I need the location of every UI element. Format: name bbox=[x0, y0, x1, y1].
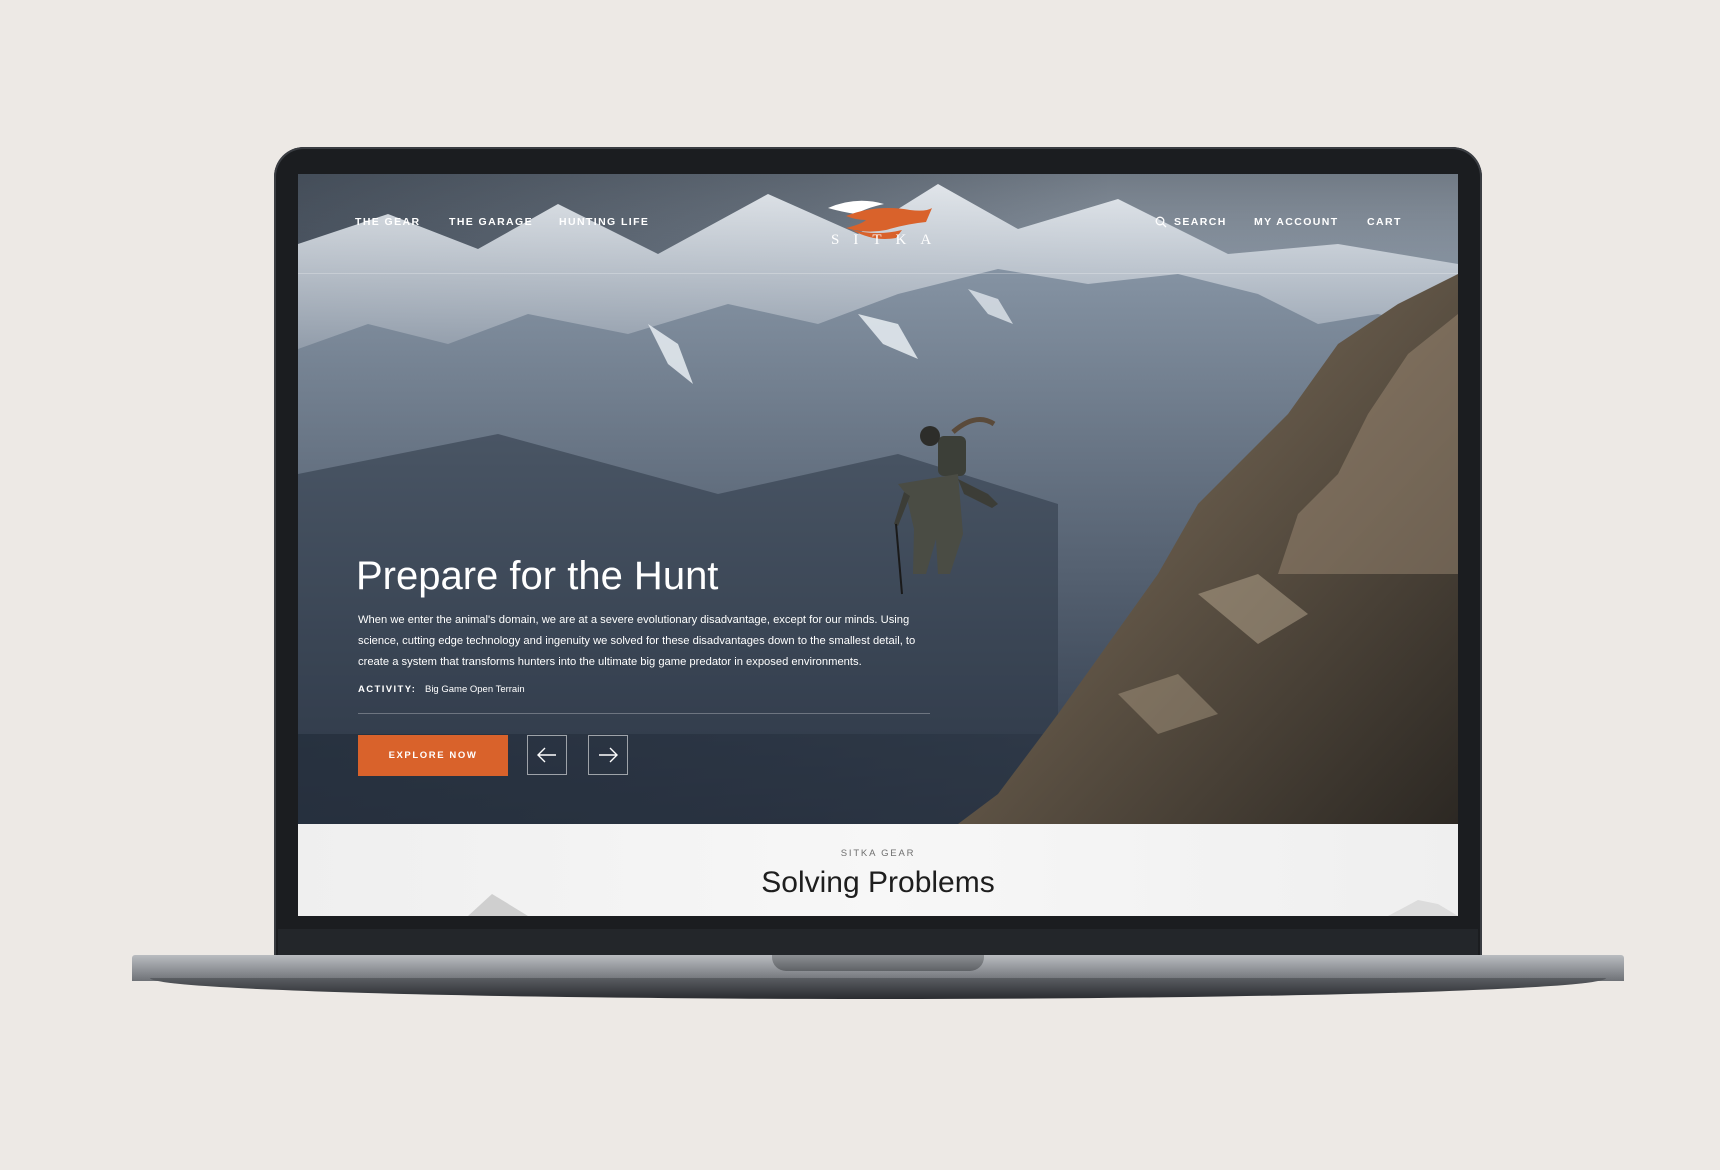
nav-item-hunting-life[interactable]: HUNTING LIFE bbox=[559, 216, 649, 228]
hero-banner: THE GEAR THE GARAGE HUNTING LIFE SITKA S… bbox=[298, 174, 1458, 824]
prev-slide-button[interactable] bbox=[527, 735, 567, 775]
hero-description: When we enter the animal's domain, we ar… bbox=[358, 614, 916, 668]
activity-label: ACTIVITY: bbox=[358, 684, 417, 695]
laptop-chin bbox=[278, 929, 1478, 957]
hero-background-image bbox=[298, 184, 1458, 824]
nav-item-cart[interactable]: CART bbox=[1367, 216, 1402, 228]
decorative-mountain-left bbox=[468, 894, 528, 916]
sitka-logo-text: SITKA bbox=[831, 232, 946, 248]
arrow-left-icon bbox=[537, 747, 556, 763]
search-icon[interactable] bbox=[1155, 216, 1167, 228]
activity-value: Big Game Open Terrain bbox=[424, 684, 525, 695]
decorative-mountain-right bbox=[1388, 900, 1458, 916]
gear-section: SITKA GEAR Solving Problems bbox=[298, 824, 1458, 916]
nav-item-search[interactable]: SEARCH bbox=[1174, 216, 1227, 228]
laptop-notch bbox=[772, 955, 984, 971]
laptop-base-bottom bbox=[150, 978, 1606, 999]
next-slide-button[interactable] bbox=[588, 735, 628, 775]
nav-item-the-gear[interactable]: THE GEAR bbox=[355, 216, 420, 228]
nav-divider bbox=[298, 273, 1458, 274]
screen: THE GEAR THE GARAGE HUNTING LIFE SITKA S… bbox=[298, 174, 1458, 916]
nav-item-the-garage[interactable]: THE GARAGE bbox=[449, 216, 533, 228]
nav-item-my-account[interactable]: MY ACCOUNT bbox=[1254, 216, 1339, 228]
activity-line: ACTIVITY: Big Game Open Terrain bbox=[358, 684, 525, 695]
hero-title: Prepare for the Hunt bbox=[356, 554, 719, 598]
hero-divider bbox=[358, 713, 930, 714]
explore-now-button[interactable]: EXPLORE NOW bbox=[358, 735, 508, 776]
arrow-right-icon bbox=[599, 747, 618, 763]
section-eyebrow: SITKA GEAR bbox=[840, 848, 916, 859]
